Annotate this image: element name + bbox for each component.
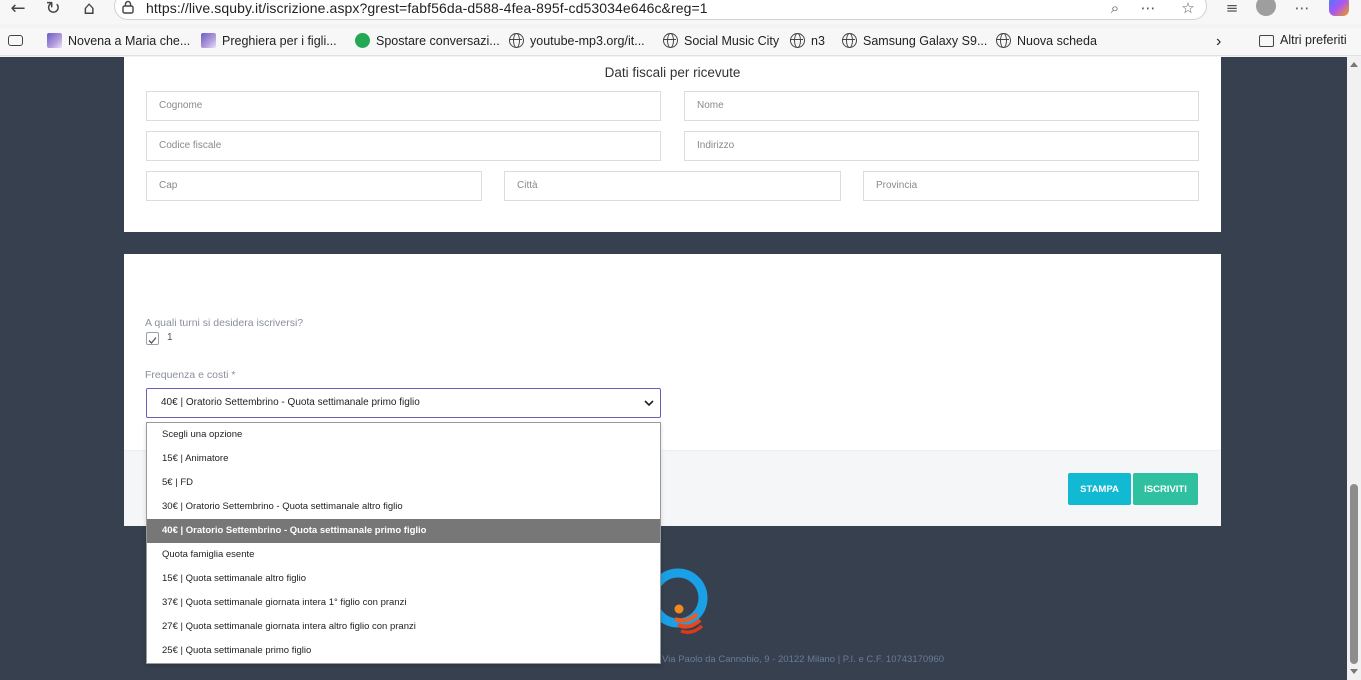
turno-checkbox[interactable] xyxy=(146,332,159,345)
reload-icon[interactable]: ↻ xyxy=(41,0,65,20)
dropdown-option[interactable]: 25€ | Quota settimanale primo figlio xyxy=(147,639,660,663)
dropdown-option[interactable]: 37€ | Quota settimanale giornata intera … xyxy=(147,591,660,615)
profile-avatar-icon[interactable] xyxy=(1256,0,1276,16)
dropdown-option[interactable]: 27€ | Quota settimanale giornata intera … xyxy=(147,615,660,639)
globe-icon xyxy=(509,33,524,48)
scroll-down-icon[interactable] xyxy=(1350,669,1358,674)
bookmark-novena[interactable]: Novena a Maria che... xyxy=(47,33,190,48)
scrollbar-thumb[interactable] xyxy=(1350,484,1358,664)
dropdown-option-selected[interactable]: 40€ | Oratorio Settembrino - Quota setti… xyxy=(147,519,660,543)
cognome-field[interactable]: Cognome xyxy=(146,91,661,121)
bookmarks-bar: Novena a Maria che... Preghiera per i fi… xyxy=(0,28,1361,56)
zoom-icon[interactable]: ⌕ xyxy=(1104,0,1126,19)
bookmark-preghiera[interactable]: Preghiera per i figli... xyxy=(201,33,337,48)
bookmark-youtube-mp3[interactable]: youtube-mp3.org/it... xyxy=(509,33,645,48)
bookmark-label: Novena a Maria che... xyxy=(68,33,191,48)
bookmark-label: Social Music City xyxy=(684,33,780,48)
provincia-field[interactable]: Provincia xyxy=(863,171,1199,201)
globe-icon xyxy=(790,33,805,48)
globe-icon xyxy=(842,33,857,48)
chevron-right-icon[interactable]: › xyxy=(1216,33,1221,51)
footer-text: Via Paolo da Cannobio, 9 - 20122 Milano … xyxy=(662,654,945,665)
indirizzo-field[interactable]: Indirizzo xyxy=(684,131,1199,161)
frequenza-label: Frequenza e costi * xyxy=(145,369,236,381)
frequenza-selected-value: 40€ | Oratorio Settembrino - Quota setti… xyxy=(161,397,420,408)
cap-field[interactable]: Cap xyxy=(146,171,482,201)
bookmark-n3[interactable]: n3 xyxy=(790,33,825,48)
dropdown-option[interactable]: Scegli una opzione xyxy=(147,423,660,447)
turno-value: 1 xyxy=(167,332,173,343)
page-scrollbar[interactable] xyxy=(1347,57,1361,680)
codice-fiscale-field[interactable]: Codice fiscale xyxy=(146,131,661,161)
frequenza-dropdown-list: Scegli una opzione 15€ | Animatore 5€ | … xyxy=(146,422,661,664)
bookmark-social-music-city[interactable]: Social Music City xyxy=(663,33,779,48)
dropdown-option[interactable]: 15€ | Animatore xyxy=(147,447,660,471)
book-icon xyxy=(47,33,62,48)
book-icon xyxy=(201,33,216,48)
bookmark-spostare[interactable]: Spostare conversazi... xyxy=(355,33,500,48)
bookmark-label: n3 xyxy=(811,33,825,48)
iscriviti-button[interactable]: ISCRIVITI xyxy=(1133,473,1198,505)
back-icon[interactable]: ← xyxy=(6,0,30,20)
citta-field[interactable]: Città xyxy=(504,171,841,201)
collections-icon[interactable] xyxy=(8,33,23,46)
favorite-star-icon[interactable]: ☆ xyxy=(1177,0,1199,19)
other-favorites-label: Altri preferiti xyxy=(1280,33,1347,47)
globe-icon xyxy=(996,33,1011,48)
bookmark-label: youtube-mp3.org/it... xyxy=(530,33,645,48)
dropdown-option[interactable]: 15€ | Quota settimanale altro figlio xyxy=(147,567,660,591)
turni-label: A quali turni si desidera iscriversi? xyxy=(145,317,304,329)
bookmark-label: Nuova scheda xyxy=(1017,33,1097,48)
dropdown-option[interactable]: 30€ | Oratorio Settembrino - Quota setti… xyxy=(147,495,660,519)
home-icon[interactable]: ⌂ xyxy=(77,0,101,20)
lock-icon[interactable] xyxy=(122,0,134,14)
bookmark-samsung[interactable]: Samsung Galaxy S9... xyxy=(842,33,987,48)
more-tools-icon[interactable]: ⋯ xyxy=(1137,0,1159,19)
folder-icon xyxy=(1259,35,1274,47)
bookmark-label: Preghiera per i figli... xyxy=(222,33,337,48)
favorites-list-icon[interactable]: ≡ xyxy=(1221,0,1243,19)
dropdown-option[interactable]: 5€ | FD xyxy=(147,471,660,495)
bookmark-label: Samsung Galaxy S9... xyxy=(863,33,988,48)
url-text[interactable]: https://live.squby.it/iscrizione.aspx?gr… xyxy=(146,0,708,16)
scroll-up-icon[interactable] xyxy=(1350,62,1358,67)
nome-field[interactable]: Nome xyxy=(684,91,1199,121)
whatsapp-icon xyxy=(355,33,370,48)
globe-icon xyxy=(663,33,678,48)
fiscal-data-card: Dati fiscali per ricevute Cognome Nome C… xyxy=(124,57,1221,232)
chevron-down-icon xyxy=(644,400,654,407)
dropdown-option[interactable]: Quota famiglia esente xyxy=(147,543,660,567)
stampa-button[interactable]: STAMPA xyxy=(1068,473,1131,505)
address-bar-row: ← ↻ ⌂ https://live.squby.it/iscrizione.a… xyxy=(0,0,1361,24)
bookmark-label: Spostare conversazi... xyxy=(376,33,500,48)
bookmark-nuova-scheda[interactable]: Nuova scheda xyxy=(996,33,1097,48)
fiscal-data-title: Dati fiscali per ricevute xyxy=(604,65,741,80)
check-icon xyxy=(148,337,157,344)
copilot-icon[interactable] xyxy=(1329,0,1349,16)
other-favorites[interactable]: Altri preferiti xyxy=(1259,33,1347,47)
frequenza-select[interactable]: 40€ | Oratorio Settembrino - Quota setti… xyxy=(146,388,661,418)
settings-menu-icon[interactable]: ⋯ xyxy=(1291,0,1313,19)
